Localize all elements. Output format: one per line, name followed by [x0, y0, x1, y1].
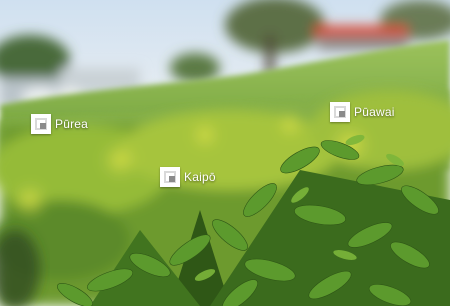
hotspot-purea[interactable]: Pūrea: [31, 114, 88, 134]
hotspot-kaipo[interactable]: Kaipō: [160, 167, 216, 187]
hotspot-label: Pūrea: [55, 117, 89, 131]
hotspot-label: Pūawai: [354, 105, 395, 119]
garden-photo: [0, 0, 450, 306]
hotspot-square-icon: [330, 102, 350, 122]
plant-photo-viewer: Pūrea Pūawai Kaipō: [0, 0, 450, 306]
hotspot-label: Kaipō: [184, 170, 216, 184]
hotspot-puawai[interactable]: Pūawai: [330, 102, 395, 122]
hotspot-square-icon: [31, 114, 51, 134]
hotspot-square-icon: [160, 167, 180, 187]
